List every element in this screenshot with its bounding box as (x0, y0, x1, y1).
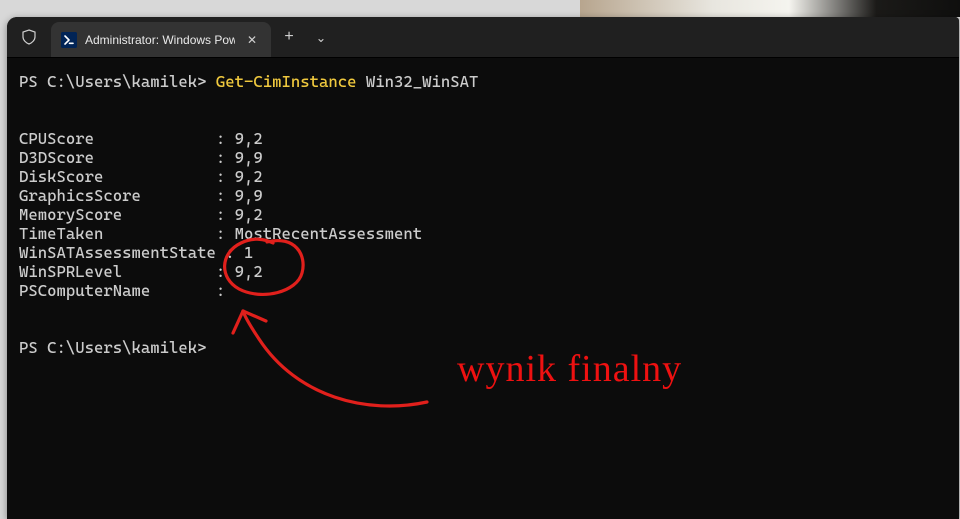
result-table: CPUScore : 9,2D3DScore : 9,9DiskScore : … (19, 129, 947, 300)
result-value: 9,9 (235, 148, 263, 167)
result-name: D3DScore (19, 148, 216, 167)
result-name: GraphicsScore (19, 186, 216, 205)
result-row: TimeTaken : MostRecentAssessment (19, 224, 947, 243)
result-separator: : (216, 281, 235, 300)
tab-title: Administrator: Windows Powe (85, 33, 235, 47)
result-row: MemoryScore : 9,2 (19, 205, 947, 224)
result-value: 9,2 (235, 205, 263, 224)
uac-shield-icon (7, 17, 51, 57)
chevron-down-icon: ⌄ (316, 30, 326, 45)
prompt-path: C:\Users\kamilek> (47, 72, 216, 91)
result-separator: : (216, 205, 235, 224)
prompt-line-1: PS C:\Users\kamilek> Get-CimInstance Win… (19, 72, 947, 91)
result-value: 9,9 (235, 186, 263, 205)
result-separator: : (225, 243, 244, 262)
cmdlet-name: Get-CimInstance (216, 72, 357, 91)
result-name: WinSATAssessmentState (19, 243, 225, 262)
new-tab-button[interactable]: + (271, 17, 307, 57)
result-row: WinSATAssessmentState : 1 (19, 243, 947, 262)
result-row: DiskScore : 9,2 (19, 167, 947, 186)
annotation-text: wynik finalny (457, 347, 682, 391)
result-name: PSComputerName (19, 281, 216, 300)
tab-active[interactable]: Administrator: Windows Powe ✕ (51, 22, 271, 57)
result-separator: : (216, 186, 235, 205)
result-value: 9,2 (235, 167, 263, 186)
result-name: DiskScore (19, 167, 216, 186)
result-value: 9,2 (235, 262, 263, 281)
prompt-ps: PS (19, 338, 47, 357)
tab-dropdown-button[interactable]: ⌄ (307, 17, 335, 57)
result-separator: : (216, 148, 235, 167)
result-row: PSComputerName : (19, 281, 947, 300)
terminal-body[interactable]: PS C:\Users\kamilek> Get-CimInstance Win… (7, 58, 959, 371)
result-row: WinSPRLevel : 9,2 (19, 262, 947, 281)
result-separator: : (216, 167, 235, 186)
result-name: WinSPRLevel (19, 262, 216, 281)
blank-line (19, 319, 947, 338)
titlebar: Administrator: Windows Powe ✕ + ⌄ (7, 17, 959, 58)
blank-line (19, 91, 947, 110)
powershell-icon (61, 32, 77, 48)
result-separator: : (216, 129, 235, 148)
blank-line (19, 300, 947, 319)
close-icon: ✕ (247, 33, 257, 47)
result-row: CPUScore : 9,2 (19, 129, 947, 148)
result-separator: : (216, 224, 235, 243)
result-row: GraphicsScore : 9,9 (19, 186, 947, 205)
result-row: D3DScore : 9,9 (19, 148, 947, 167)
tab-close-button[interactable]: ✕ (243, 31, 261, 49)
blank-line (19, 110, 947, 129)
prompt-ps: PS (19, 72, 47, 91)
result-separator: : (216, 262, 235, 281)
background-photo-slice (580, 0, 960, 17)
prompt-path: C:\Users\kamilek> (47, 338, 206, 357)
result-value: 1 (244, 243, 253, 262)
plus-icon: + (284, 28, 293, 46)
result-value: MostRecentAssessment (235, 224, 423, 243)
cmdlet-argument: Win32_WinSAT (357, 72, 479, 91)
result-value: 9,2 (235, 129, 263, 148)
result-name: TimeTaken (19, 224, 216, 243)
terminal-window: Administrator: Windows Powe ✕ + ⌄ PS C:\… (7, 17, 959, 519)
result-name: CPUScore (19, 129, 216, 148)
result-name: MemoryScore (19, 205, 216, 224)
